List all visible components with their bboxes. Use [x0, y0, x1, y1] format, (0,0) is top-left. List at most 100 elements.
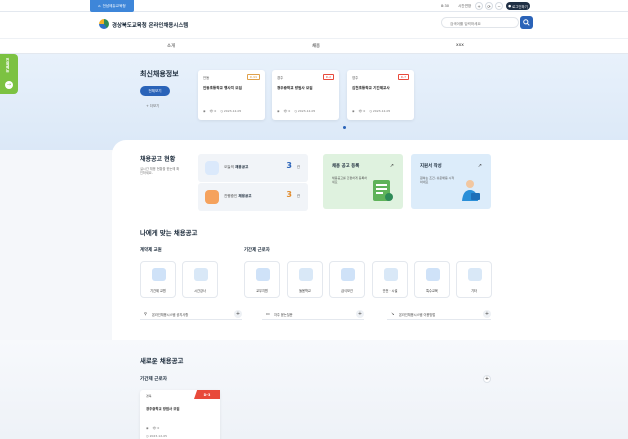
care-icon	[299, 268, 313, 281]
category-meal-health[interactable]: 급식보건	[329, 261, 365, 298]
more-link[interactable]: + 더보기	[146, 103, 159, 108]
grid-icon	[468, 268, 482, 281]
dday-badge: D-99	[246, 74, 260, 80]
group-fixed-term-worker: 기간제 근로자	[244, 248, 270, 253]
count-unit: 건	[296, 194, 300, 198]
category-safety-facility[interactable]: 안전 · 시설	[372, 261, 408, 298]
job-date: ◷ 2023-12-05	[369, 109, 391, 113]
new-jobs-title: 새로운 채용공고	[140, 357, 184, 365]
view-count: 👁 0	[209, 109, 217, 113]
arrow-up-right-icon: ↗	[389, 163, 394, 169]
view-all-button[interactable]: 전체보기	[140, 86, 170, 96]
login-button[interactable]: ● 로그인하기	[506, 2, 530, 10]
apply-title: 지원서 작성	[420, 164, 442, 169]
job-org: 경주	[277, 76, 284, 80]
job-org: 안동	[203, 76, 210, 80]
today-label: 오늘의 채용공고	[224, 165, 249, 169]
new-jobs-more-button[interactable]: +	[483, 375, 491, 383]
nav-item-intro[interactable]: 소개	[167, 43, 175, 49]
job-title: 경주중학교 방범사 모집	[146, 407, 180, 411]
job-org: 영주	[352, 76, 359, 80]
extend-session-link[interactable]: 시간연장	[458, 4, 471, 9]
dday-badge: D-7	[397, 74, 409, 80]
today-jobs-stat[interactable]: 오늘의 채용공고 3 건	[198, 154, 308, 182]
register-desc: 채용공고를 간편하게 등록하세요	[332, 176, 368, 185]
nav-item-recruit[interactable]: 채용	[312, 43, 320, 49]
job-date: ◷ 2023-12-05	[294, 109, 316, 113]
document-illustration-icon	[373, 180, 393, 201]
guide-link[interactable]: ↘ 온라인채용시스템 이용방법 +	[387, 309, 491, 320]
category-fixed-term-teacher[interactable]: 기간제 교원	[140, 261, 176, 298]
job-org: 경북	[146, 394, 152, 398]
view-count: 👁 0	[152, 426, 160, 430]
ongoing-count: 3	[286, 190, 292, 199]
ongoing-label: 진행중인 채용공고	[224, 194, 252, 198]
site-title[interactable]: 경상북도교육청 온라인채용시스템	[112, 21, 188, 29]
search-icon	[523, 19, 530, 26]
plus-icon: +	[483, 310, 491, 318]
apply-desc: 원하는 조건, 쉬운채용 시작하세요	[420, 176, 455, 185]
search-button[interactable]	[520, 16, 533, 29]
register-title: 채용 공고 등록	[332, 164, 360, 169]
job-card[interactable]: 영주 D-7 김천초등학교 기간제교사 ◉ 👁 0 ◷ 2023-12-05	[347, 70, 414, 120]
pin-icon: ⚲	[144, 311, 147, 316]
person-illustration-icon	[462, 180, 480, 201]
refresh-button[interactable]: ⟳	[485, 2, 493, 10]
new-jobs-section	[0, 340, 628, 439]
plus-icon: +	[356, 310, 364, 318]
group-contract-teacher: 계약제 교원	[140, 248, 162, 253]
home-icon: ⌂	[98, 4, 101, 8]
session-timer: 8:30	[441, 4, 450, 8]
status-title: 채용공고 현황	[140, 156, 176, 163]
briefcase-icon	[205, 190, 219, 204]
category-special-education[interactable]: 특수교육	[414, 261, 450, 298]
foryou-title: 나에게 맞는 채용공고	[140, 229, 198, 237]
plus-icon: +	[234, 310, 242, 318]
view-count: 👁 0	[283, 109, 291, 113]
nav-item-xxx[interactable]: xxx	[456, 43, 464, 48]
job-date: ◷ 2023-12-05	[220, 109, 242, 113]
new-jobs-subtitle: 기간제 근로자	[140, 377, 167, 382]
carousel-dot-active[interactable]	[343, 126, 346, 129]
apply-form-card[interactable]: 지원서 작성 ↗ 원하는 조건, 쉬운채용 시작하세요	[411, 154, 491, 209]
view-count: 👁 0	[358, 109, 366, 113]
faq-link[interactable]: ▭ 자주 묻는질문 +	[262, 309, 364, 320]
zoom-in-button[interactable]: +	[475, 2, 483, 10]
calendar-icon	[256, 268, 270, 281]
category-etc[interactable]: 기타	[456, 261, 492, 298]
site-header	[0, 12, 628, 38]
location-icon: ◉	[146, 426, 149, 430]
arrow-right-icon: →	[5, 81, 13, 89]
pointer-icon: ↘	[391, 311, 395, 316]
notice-link[interactable]: ⚲ 온라인채용시스템 공지사항 +	[140, 309, 242, 320]
all-menu-tab[interactable]: 전체메뉴 →	[0, 54, 18, 94]
site-logo-icon[interactable]	[99, 19, 109, 29]
latest-jobs-title: 최신채용정보	[140, 70, 179, 78]
job-card[interactable]: 경주 D-2 경주중학교 방범사 모집 ◉ 👁 0 ◷ 2023-12-05	[272, 70, 339, 120]
teacher-icon	[152, 268, 166, 281]
user-icon: ●	[508, 4, 512, 8]
job-card[interactable]: 안동 D-99 안동초등학교 행사지 모집 ◉ 👁 0 ◷ 2023-12-05	[198, 70, 265, 120]
ongoing-jobs-stat[interactable]: 진행중인 채용공고 3 건	[198, 183, 308, 211]
category-care-school[interactable]: 돌봄학교	[287, 261, 323, 298]
safety-cone-icon	[384, 268, 398, 281]
register-job-card[interactable]: 채용 공고 등록 ↗ 채용공고를 간편하게 등록하세요	[323, 154, 403, 209]
all-menu-label: 전체메뉴	[6, 58, 10, 73]
dday-badge: D-3	[194, 390, 220, 399]
megaphone-icon	[205, 161, 219, 175]
job-title: 경주중학교 방범사 모집	[277, 86, 313, 90]
location-icon: ◉	[277, 109, 280, 113]
location-icon: ◉	[352, 109, 355, 113]
category-admin-support[interactable]: 교무지원	[244, 261, 280, 298]
job-title: 안동초등학교 행사지 모집	[203, 86, 242, 90]
gov-link-button[interactable]: ⌂ 전남에듀교육청	[90, 0, 134, 12]
zoom-out-button[interactable]: −	[495, 2, 503, 10]
new-job-card[interactable]: 경북 D-3 경주중학교 방범사 모집 ◉ 👁 0 ◷ 2023-12-05	[140, 390, 220, 439]
search-input[interactable]	[441, 17, 519, 28]
today-count: 3	[286, 161, 292, 170]
utensils-icon	[341, 268, 355, 281]
category-lecturer[interactable]: 시간강사	[182, 261, 218, 298]
job-title: 김천초등학교 기간제교사	[352, 86, 390, 90]
chart-board-icon	[194, 268, 208, 281]
status-description: 실시간 채용 현황을 한눈에 확인하세요.	[140, 167, 180, 176]
